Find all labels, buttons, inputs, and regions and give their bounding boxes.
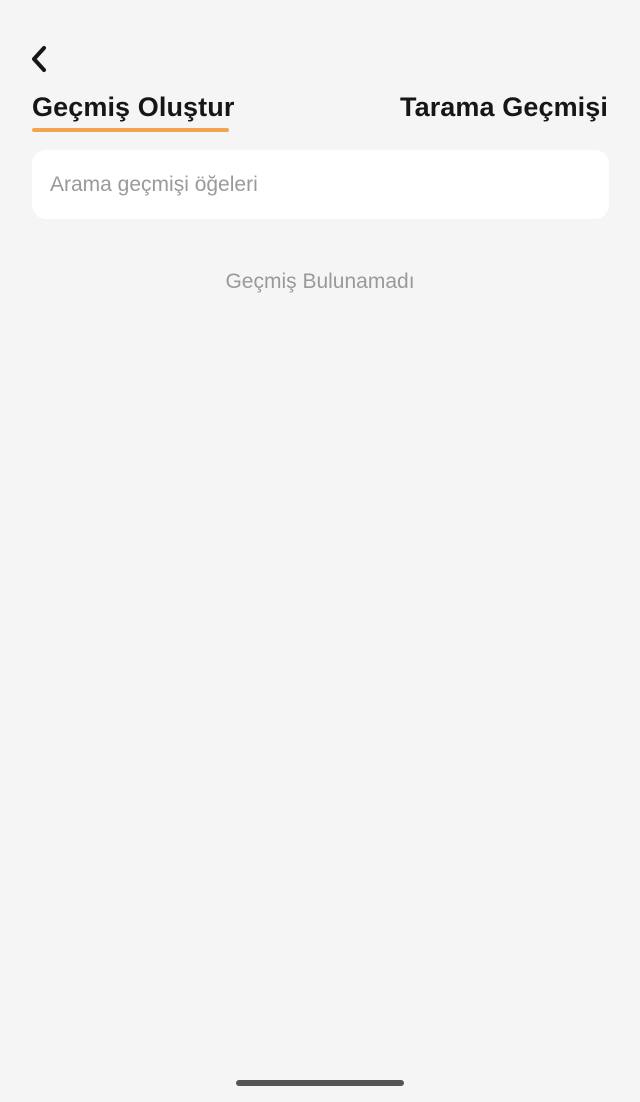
- chevron-left-icon: [32, 46, 46, 72]
- active-tab-indicator: [32, 128, 229, 132]
- tab-create-history-label: Geçmiş Oluştur: [32, 92, 235, 122]
- search-box: [32, 150, 609, 219]
- tab-scan-history[interactable]: Tarama Geçmişi: [400, 92, 608, 123]
- tab-create-history[interactable]: Geçmiş Oluştur: [32, 92, 235, 132]
- history-tabs: Geçmiş Oluştur Tarama Geçmişi: [32, 92, 608, 136]
- search-input[interactable]: [50, 172, 591, 197]
- tab-scan-history-label: Tarama Geçmişi: [399, 92, 608, 122]
- history-screen: Geçmiş Oluştur Tarama Geçmişi Geçmiş Bul…: [0, 0, 640, 1102]
- empty-state-message: Geçmiş Bulunamadı: [225, 270, 415, 293]
- home-indicator[interactable]: [236, 1080, 404, 1086]
- back-button[interactable]: [22, 42, 56, 76]
